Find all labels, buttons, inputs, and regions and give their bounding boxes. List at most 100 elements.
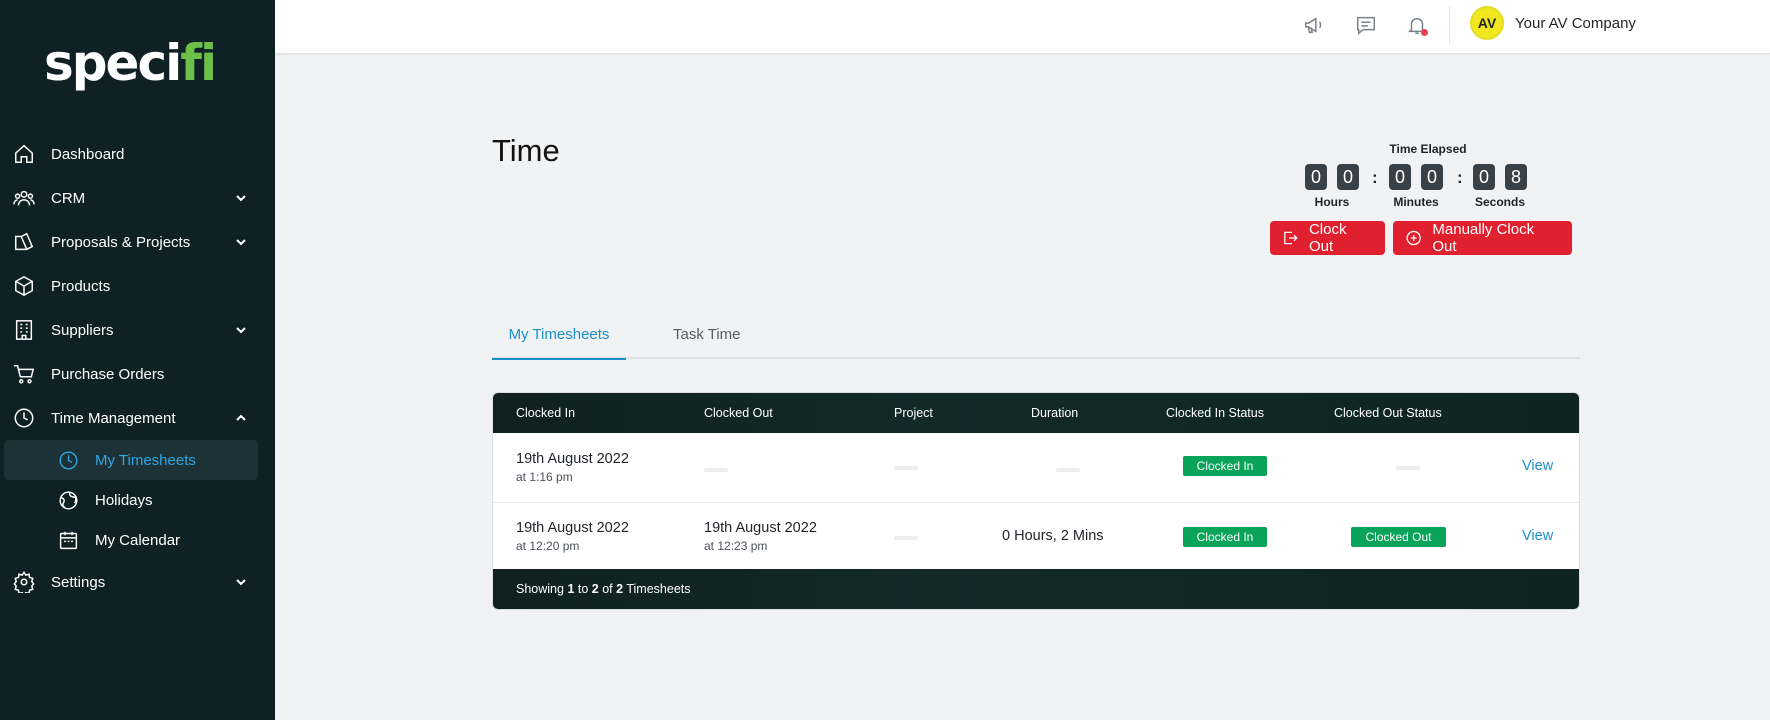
clocked-in-time: at 1:16 pm: [516, 470, 573, 484]
timer-unit-minutes: Minutes: [1393, 195, 1439, 209]
clocked-in-date: 19th August 2022: [516, 520, 629, 536]
sidebar-item-purchase-orders[interactable]: Purchase Orders: [0, 352, 275, 396]
empty-placeholder: [704, 468, 728, 472]
timesheets-table: Clocked In Clocked Out Project Duration …: [492, 392, 1580, 610]
pagination-summary: Showing 1 to 2 of 2 Timesheets: [516, 582, 691, 596]
sidebar: specifi Dashboard CRM Proposals & Projec…: [0, 0, 275, 720]
column-header[interactable]: Clocked Out: [704, 406, 773, 420]
chevron-down-icon: [235, 235, 247, 247]
megaphone-icon[interactable]: [1301, 12, 1327, 38]
home-icon: [12, 142, 36, 166]
sidebar-item-proposals-projects[interactable]: Proposals & Projects: [0, 220, 275, 264]
sidebar-item-time-management[interactable]: Time Management: [0, 396, 275, 440]
proposals-icon: [12, 230, 36, 254]
timer-unit-hours: Hours: [1314, 195, 1350, 209]
sidebar-item-label: Suppliers: [51, 321, 114, 339]
calendar-icon: [56, 528, 80, 552]
users-icon: [12, 186, 36, 210]
table-row[interactable]: 19th August 2022 at 1:16 pm Clocked In V…: [493, 433, 1579, 502]
sidebar-item-settings[interactable]: Settings: [0, 560, 275, 604]
timer-unit-seconds: Seconds: [1474, 195, 1525, 209]
table-footer: Showing 1 to 2 of 2 Timesheets: [493, 569, 1579, 609]
sidebar-item-label: Purchase Orders: [51, 365, 165, 383]
status-badge: Clocked In: [1183, 456, 1267, 476]
top-bar: AV Your AV Company: [275, 0, 1770, 54]
sidebar-item-suppliers[interactable]: Suppliers: [0, 308, 275, 352]
clock-icon: [56, 448, 80, 472]
sidebar-item-crm[interactable]: CRM: [0, 176, 275, 220]
pagination-text: Timesheets: [626, 582, 691, 596]
empty-placeholder: [1056, 468, 1080, 472]
chevron-up-icon: [235, 411, 247, 423]
sidebar-item-label: Dashboard: [51, 145, 125, 163]
logout-icon: [1284, 231, 1298, 245]
pagination-from: 1: [567, 582, 575, 596]
sidebar-subitem-holidays[interactable]: Holidays: [4, 480, 258, 520]
clock-out-button[interactable]: Clock Out: [1270, 221, 1385, 255]
timer-separator: :: [1372, 168, 1378, 187]
avatar[interactable]: AV: [1470, 6, 1504, 40]
sidebar-item-label: Proposals & Projects: [51, 233, 191, 251]
pagination-text: Showing: [516, 582, 564, 596]
column-header[interactable]: Clocked In Status: [1166, 406, 1264, 420]
timer-digit: 0: [1337, 164, 1359, 190]
page-title: Time: [492, 133, 560, 168]
bell-icon[interactable]: [1404, 12, 1430, 38]
sidebar-subitem-label: My Calendar: [95, 531, 181, 549]
pagination-to: 2: [591, 582, 599, 596]
sidebar-item-products[interactable]: Products: [0, 264, 275, 308]
chevron-down-icon: [235, 575, 247, 587]
timer-digit: 0: [1421, 164, 1443, 190]
clocked-out-date: 19th August 2022: [704, 520, 817, 536]
column-header[interactable]: Duration: [1031, 406, 1078, 420]
logo-main: speci: [44, 34, 182, 92]
timer-separator: :: [1457, 168, 1463, 187]
cart-icon: [12, 362, 36, 386]
chevron-down-icon: [235, 323, 247, 335]
column-header[interactable]: Project: [894, 406, 933, 420]
empty-placeholder: [1396, 466, 1420, 470]
chat-icon[interactable]: [1353, 12, 1379, 38]
view-link[interactable]: View: [1522, 528, 1553, 544]
sidebar-item-label: CRM: [51, 189, 86, 207]
company-name[interactable]: Your AV Company: [1515, 15, 1636, 32]
empty-placeholder: [894, 536, 918, 540]
clocked-in-time: at 12:20 pm: [516, 539, 580, 553]
sidebar-item-dashboard[interactable]: Dashboard: [0, 132, 275, 176]
clocked-out-time: at 12:23 pm: [704, 539, 768, 553]
column-header[interactable]: Clocked Out Status: [1334, 406, 1442, 420]
table-row[interactable]: 19th August 2022 at 12:20 pm 19th August…: [493, 502, 1579, 571]
clock-out-label: Clock Out: [1308, 221, 1347, 255]
sidebar-subitem-label: My Timesheets: [95, 451, 196, 469]
sidebar-subitem-my-calendar[interactable]: My Calendar: [4, 520, 258, 560]
sidebar-subitem-my-timesheets[interactable]: My Timesheets: [4, 440, 258, 480]
column-header[interactable]: Clocked In: [516, 406, 575, 420]
topbar-divider: [1449, 6, 1450, 44]
pagination-total: 2: [616, 582, 624, 596]
table-header: Clocked In Clocked Out Project Duration …: [493, 393, 1579, 433]
manual-clock-out-label: Manually Clock Out: [1432, 221, 1535, 255]
timer-digit: 0: [1473, 164, 1495, 190]
duration: 0 Hours, 2 Mins: [1002, 528, 1104, 544]
timesheet-tabs: My Timesheets Task Time: [492, 320, 1580, 360]
manual-clock-out-button[interactable]: Manually Clock Out: [1393, 221, 1572, 255]
tab-my-timesheets[interactable]: My Timesheets: [492, 326, 626, 360]
sidebar-nav: Dashboard CRM Proposals & Projects Produ…: [0, 132, 275, 604]
logo-accent: fi: [180, 34, 217, 92]
tab-task-time[interactable]: Task Time: [673, 326, 741, 359]
gear-icon: [12, 570, 36, 594]
timer-digit: 0: [1389, 164, 1411, 190]
box-icon: [12, 274, 36, 298]
pagination-text: of: [602, 582, 613, 596]
globe-icon: [56, 488, 80, 512]
specifi-logo[interactable]: specifi: [44, 28, 224, 98]
status-badge: Clocked In: [1183, 527, 1267, 547]
building-icon: [12, 318, 36, 342]
timer-digit: 8: [1505, 164, 1527, 190]
sidebar-item-label: Settings: [51, 573, 106, 591]
chevron-down-icon: [235, 191, 247, 203]
status-badge: Clocked Out: [1351, 527, 1446, 547]
view-link[interactable]: View: [1522, 458, 1553, 474]
timer-label: Time Elapsed: [1389, 142, 1467, 156]
empty-placeholder: [894, 466, 918, 470]
